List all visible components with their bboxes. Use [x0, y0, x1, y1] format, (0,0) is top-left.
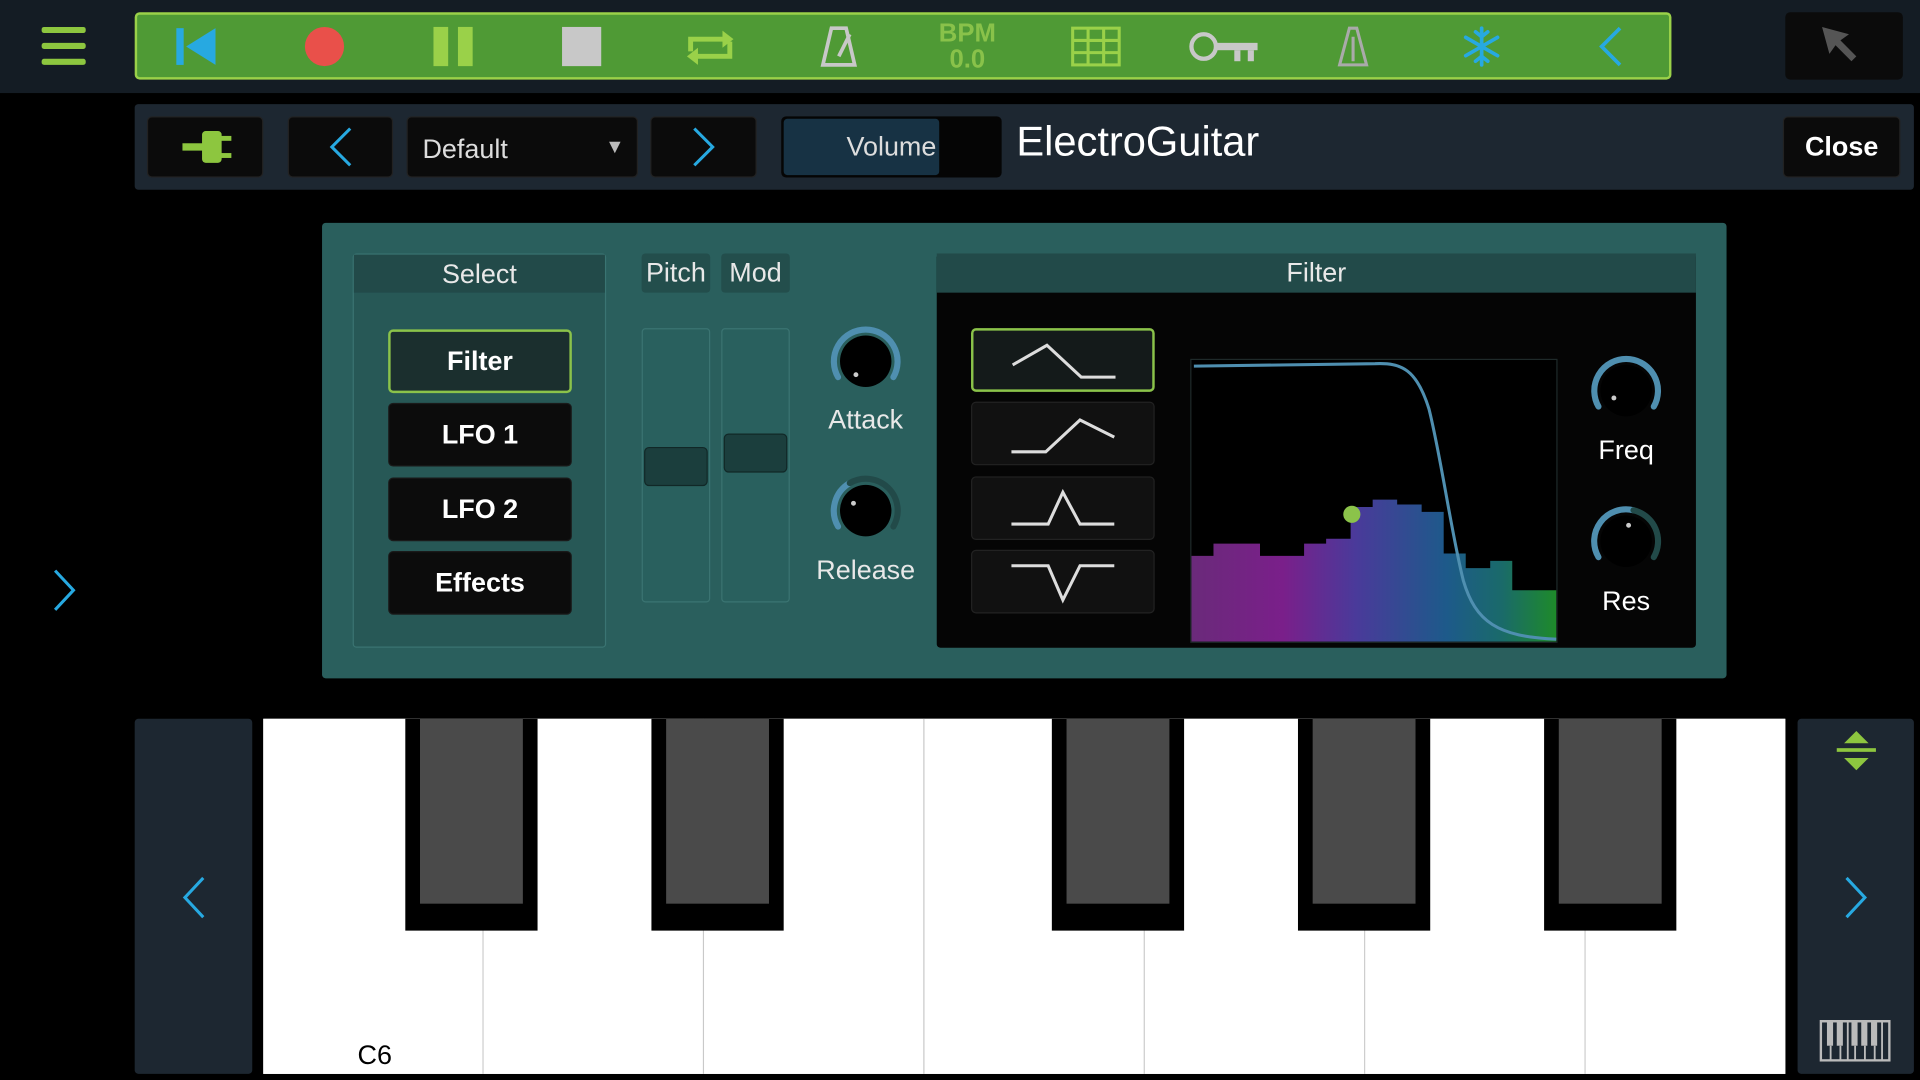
stop-icon — [562, 26, 602, 66]
cursor-arrow-icon — [1822, 26, 1857, 62]
piano-keyboard[interactable]: C6 — [263, 718, 1786, 1074]
chevron-right-icon — [692, 127, 715, 167]
freq-knob[interactable] — [1587, 351, 1665, 429]
highpass-filter-button[interactable] — [971, 401, 1155, 466]
chevron-right-icon — [53, 569, 76, 611]
octave-up-icon[interactable] — [1842, 873, 1871, 922]
dropdown-arrow-icon: ▼ — [605, 137, 625, 158]
record-icon — [304, 26, 345, 66]
close-button[interactable]: Close — [1782, 116, 1901, 178]
filter-section: Filter Freq Res — [936, 253, 1696, 648]
volume-slider[interactable]: Volume — [781, 116, 1002, 178]
attack-knob[interactable] — [827, 322, 905, 400]
volume-label: Volume — [846, 131, 937, 162]
stop-button[interactable] — [533, 15, 631, 77]
lowpass-icon — [1011, 343, 1116, 379]
pointer-tool-button[interactable] — [1785, 12, 1903, 80]
res-label: Res — [1602, 585, 1651, 616]
instrument-name: ElectroGuitar — [1016, 118, 1260, 166]
chevron-left-icon — [329, 127, 352, 167]
pause-button[interactable] — [404, 15, 502, 77]
bpm-display[interactable]: BPM 0.0 — [918, 15, 1016, 77]
freq-label: Freq — [1598, 434, 1654, 466]
preset-selected: Default — [422, 133, 508, 165]
release-label: Release — [816, 554, 916, 586]
previous-preset-button[interactable] — [287, 116, 394, 178]
mod-label: Mod — [721, 253, 790, 293]
metronome-icon — [820, 25, 858, 67]
freeze-button[interactable] — [1433, 15, 1531, 77]
next-preset-button[interactable] — [650, 116, 757, 178]
loop-button[interactable] — [661, 15, 759, 77]
filter-title: Filter — [936, 253, 1696, 293]
transport-bar: BPM 0.0 — [134, 12, 1672, 80]
select-lfo1-button[interactable]: LFO 1 — [388, 402, 572, 467]
notch-icon — [1011, 564, 1115, 604]
bandpass-icon — [1011, 488, 1115, 526]
tuner-button[interactable] — [1304, 15, 1402, 77]
pause-icon — [433, 26, 473, 66]
key-icon — [1189, 31, 1258, 61]
plugin-button[interactable] — [146, 116, 264, 178]
tuning-fork-icon — [1337, 26, 1369, 66]
bandpass-filter-button[interactable] — [971, 476, 1155, 541]
loop-icon — [686, 30, 734, 65]
rewind-to-start-button[interactable] — [147, 15, 245, 77]
res-knob[interactable] — [1587, 502, 1665, 580]
mod-wheel[interactable] — [721, 328, 790, 603]
notch-filter-button[interactable] — [971, 549, 1155, 614]
select-filter-button[interactable]: Filter — [388, 329, 572, 394]
resize-keyboard-icon[interactable] — [1832, 729, 1881, 773]
instrument-header: Default ▼ Volume ElectroGuitar Close — [134, 104, 1914, 190]
record-button[interactable] — [276, 15, 374, 77]
metronome-button[interactable] — [790, 15, 888, 77]
pitch-label: Pitch — [641, 253, 711, 293]
hamburger-menu-icon[interactable] — [34, 22, 93, 71]
attack-label: Attack — [828, 404, 904, 435]
lowpass-filter-button[interactable] — [971, 328, 1155, 392]
grid-icon — [1071, 26, 1121, 66]
expand-sidebar-button[interactable] — [47, 566, 84, 615]
preset-dropdown[interactable]: Default ▼ — [406, 116, 638, 178]
synth-panel: Select Filter LFO 1 LFO 2 Effects Pitch … — [322, 222, 1727, 679]
filter-response-graph[interactable] — [1190, 358, 1558, 643]
black-key[interactable] — [651, 718, 784, 931]
black-key[interactable] — [1544, 718, 1677, 931]
mod-wheel-thumb[interactable] — [723, 433, 788, 473]
black-key[interactable] — [405, 718, 538, 931]
bpm-label: BPM — [938, 18, 996, 48]
collapse-toolbar-button[interactable] — [1561, 15, 1659, 77]
spectrum-display — [1191, 362, 1557, 642]
key-button[interactable] — [1176, 15, 1274, 77]
grid-button[interactable] — [1047, 15, 1145, 77]
snowflake-icon — [1463, 25, 1500, 67]
black-key[interactable] — [1051, 718, 1185, 931]
highpass-icon — [1011, 418, 1115, 454]
select-section: Select Filter LFO 1 LFO 2 Effects — [352, 253, 607, 648]
plug-icon — [181, 131, 231, 163]
chevron-left-icon — [182, 876, 205, 919]
release-knob[interactable] — [827, 471, 905, 549]
black-key[interactable] — [1297, 718, 1431, 931]
keyboard-layout-icon[interactable] — [1819, 1020, 1891, 1062]
select-lfo2-button[interactable]: LFO 2 — [388, 477, 572, 542]
octave-note-label: C6 — [357, 1039, 392, 1071]
keyboard-right-panel — [1797, 718, 1914, 1074]
chevron-left-icon — [1599, 26, 1622, 66]
select-effects-button[interactable]: Effects — [388, 551, 572, 615]
bpm-value: 0.0 — [949, 44, 986, 73]
pitch-wheel[interactable] — [641, 328, 711, 603]
skip-back-icon — [176, 27, 216, 65]
select-title: Select — [353, 254, 605, 293]
octave-down-button[interactable] — [134, 718, 253, 1074]
pitch-wheel-thumb[interactable] — [644, 446, 708, 487]
